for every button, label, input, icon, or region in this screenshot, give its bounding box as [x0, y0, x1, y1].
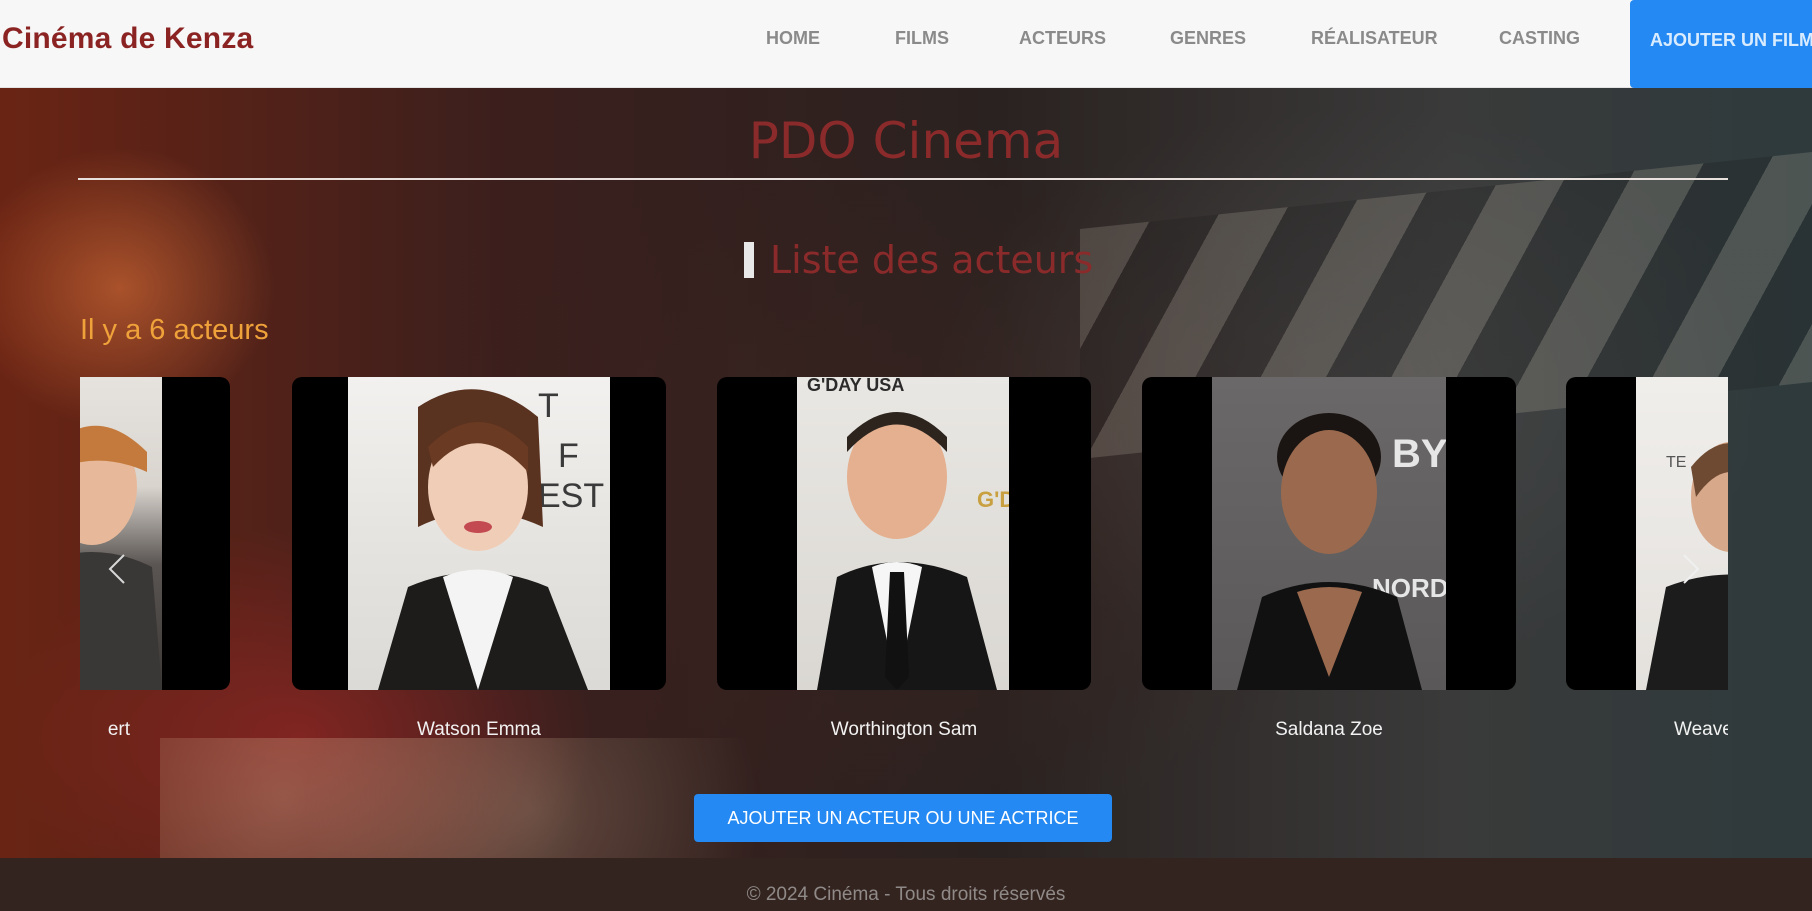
heading-bar-marker	[744, 242, 754, 278]
actor-portrait-weaver: TE	[1646, 442, 1728, 690]
footer: © 2024 Cinéma - Tous droits réservés	[0, 858, 1812, 911]
page-title: PDO Cinema	[748, 112, 1064, 170]
actor-name: Weave	[1674, 719, 1728, 740]
nav-realisateur[interactable]: RÉALISATEUR	[1311, 28, 1438, 49]
title-divider	[78, 178, 1728, 180]
footer-copyright: © 2024 Cinéma - Tous droits réservés	[746, 884, 1066, 905]
actor-photo: TE	[1566, 377, 1728, 690]
actor-photo	[80, 377, 230, 690]
actor-name: Saldana Zoe	[1275, 719, 1383, 740]
add-actor-button[interactable]: AJOUTER UN ACTEUR OU UNE ACTRICE	[694, 794, 1112, 842]
section-heading-text: Liste des acteurs	[770, 238, 1094, 282]
carousel-prev-button[interactable]	[98, 549, 138, 589]
actor-card[interactable]: T F EST Watson Emma	[292, 377, 666, 740]
nav-acteurs[interactable]: ACTEURS	[1019, 28, 1106, 49]
actor-portrait-watson: T F EST	[378, 387, 604, 690]
actor-name: ert	[107, 719, 130, 740]
actor-name: Watson Emma	[417, 719, 541, 740]
svg-text:G'DAY USA: G'DAY USA	[807, 377, 904, 395]
nav-genres[interactable]: GENRES	[1170, 28, 1246, 49]
carousel-next-button[interactable]	[1670, 549, 1710, 589]
actor-card[interactable]: TE Weave	[1566, 377, 1728, 740]
nav-films[interactable]: FILMS	[895, 28, 949, 49]
actor-carousel: ert T F EST Watson Emma G'DAY USA G'D Wo…	[80, 377, 1728, 757]
chevron-left-icon	[108, 554, 125, 584]
svg-text:F: F	[558, 437, 579, 475]
actor-name: Worthington Sam	[830, 719, 978, 740]
chevron-right-icon	[1683, 554, 1700, 584]
actor-card[interactable]: ert	[80, 377, 230, 740]
actor-photo: T F EST	[292, 377, 666, 690]
actor-count: Il y a 6 acteurs	[80, 314, 269, 346]
svg-text:G'D: G'D	[977, 487, 1009, 512]
add-film-button[interactable]: AJOUTER UN FILM	[1630, 0, 1812, 88]
svg-text:T: T	[538, 387, 559, 425]
actor-portrait-grint	[80, 425, 162, 690]
nav-links: HOME FILMS ACTEURS GENRES RÉALISATEUR CA…	[0, 0, 1812, 88]
actor-photo: G'DAY USA G'D	[717, 377, 1091, 690]
navbar: Cinéma de Kenza HOME FILMS ACTEURS GENRE…	[0, 0, 1812, 88]
actor-photo: BY NORD	[1142, 377, 1516, 690]
nav-casting[interactable]: CASTING	[1499, 28, 1580, 49]
actor-card[interactable]: G'DAY USA G'D Worthington Sam	[717, 377, 1091, 740]
section-heading: Liste des acteurs	[744, 238, 1093, 282]
svg-text:EST: EST	[538, 477, 604, 515]
actor-card[interactable]: BY NORD Saldana Zoe	[1142, 377, 1516, 740]
nav-home[interactable]: HOME	[766, 28, 820, 49]
actor-portrait-worthington: G'DAY USA G'D	[807, 377, 1009, 690]
svg-text:BY: BY	[1392, 432, 1446, 476]
svg-text:TE: TE	[1666, 454, 1686, 471]
actor-portrait-saldana: BY NORD	[1237, 413, 1446, 690]
